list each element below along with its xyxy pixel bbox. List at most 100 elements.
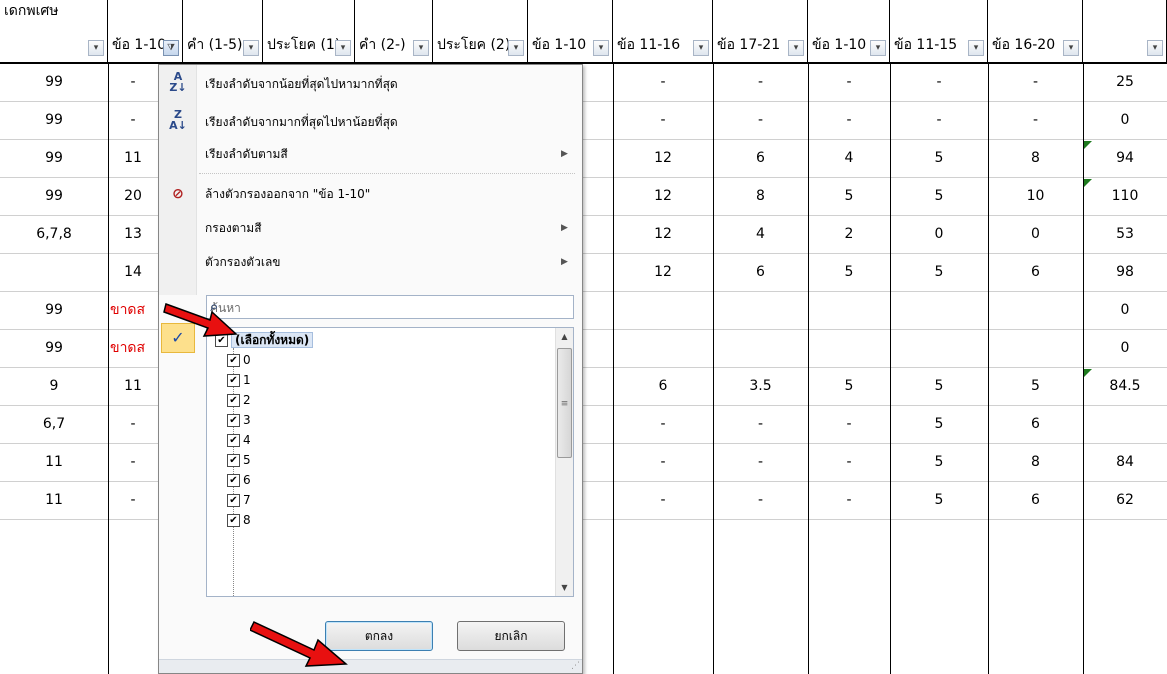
table-cell[interactable]: 6 [613,368,713,404]
table-cell[interactable]: - [713,406,808,442]
table-cell[interactable]: 94 [1083,140,1167,176]
table-cell[interactable]: 99 [0,64,108,100]
table-cell[interactable] [890,292,988,328]
table-cell[interactable]: - [988,102,1083,138]
filter-dropdown-button[interactable]: ▾ [413,40,429,56]
table-cell[interactable]: 6 [713,140,808,176]
table-cell[interactable]: - [713,444,808,480]
list-scrollbar[interactable]: ▲ ≡ ▼ [555,328,573,596]
table-cell[interactable]: 25 [1083,64,1167,100]
value-checkbox[interactable]: ✔ [227,414,240,427]
menu-sort-ascending[interactable]: เรียงลำดับจากน้อยที่สุดไปหามากที่สุด [205,71,398,97]
menu-clear-filter[interactable]: ล้างตัวกรองออกจาก "ข้อ 1-10" [205,181,370,207]
filter-value-item[interactable]: ✔ 5 [227,450,251,470]
table-cell[interactable] [613,330,713,366]
table-cell[interactable]: 110 [1083,178,1167,214]
table-cell[interactable]: 12 [613,254,713,290]
table-cell[interactable]: 5 [890,482,988,518]
table-cell[interactable]: 6 [988,406,1083,442]
menu-sort-by-color[interactable]: เรียงลำดับตามสี [205,141,288,167]
filter-dropdown-button[interactable]: ▾ [788,40,804,56]
table-cell[interactable]: 20 [108,178,158,214]
table-cell[interactable]: 5 [890,254,988,290]
filter-dropdown-button[interactable]: ▾ [693,40,709,56]
table-cell[interactable] [988,292,1083,328]
table-cell[interactable]: 12 [613,178,713,214]
table-cell[interactable]: 11 [108,368,158,404]
table-cell[interactable]: 5 [890,178,988,214]
filter-active-dropdown-button[interactable]: ⧩ [163,40,179,56]
table-cell[interactable]: 14 [108,254,158,290]
filter-dropdown-button[interactable]: ▾ [335,40,351,56]
table-cell[interactable]: 53 [1083,216,1167,252]
menu-number-filters[interactable]: ตัวกรองตัวเลข [205,249,281,275]
table-cell[interactable]: 2 [808,216,890,252]
table-cell[interactable]: - [808,406,890,442]
search-input[interactable]: ค้นหา ⌕ [206,295,574,319]
filter-dropdown-button[interactable]: ▾ [508,40,524,56]
value-checkbox[interactable]: ✔ [227,394,240,407]
table-cell[interactable]: - [988,64,1083,100]
filter-dropdown-button[interactable]: ▾ [243,40,259,56]
table-cell[interactable]: 9 [0,368,108,404]
table-cell[interactable]: 6,7 [0,406,108,442]
scroll-down-icon[interactable]: ▼ [556,579,573,596]
table-cell[interactable]: 6 [713,254,808,290]
table-cell[interactable]: 99 [0,178,108,214]
menu-sort-descending[interactable]: เรียงลำดับจากมากที่สุดไปหาน้อยที่สุด [205,109,398,135]
table-cell[interactable]: 5 [988,368,1083,404]
table-cell[interactable]: 11 [0,444,108,480]
value-checkbox[interactable]: ✔ [227,374,240,387]
filter-value-item[interactable]: ✔ 0 [227,350,251,370]
table-cell[interactable] [613,292,713,328]
table-cell[interactable] [0,254,108,290]
table-cell[interactable]: 8 [988,140,1083,176]
table-cell[interactable]: 5 [890,368,988,404]
filter-value-item[interactable]: ✔ 8 [227,510,251,530]
table-cell[interactable]: 5 [890,444,988,480]
table-cell[interactable]: 11 [108,140,158,176]
table-cell[interactable]: 6 [988,482,1083,518]
table-cell[interactable]: 84.5 [1083,368,1167,404]
table-cell[interactable]: - [808,102,890,138]
table-cell[interactable]: 5 [808,368,890,404]
table-cell[interactable]: - [613,482,713,518]
table-cell[interactable]: - [808,482,890,518]
table-cell[interactable] [808,330,890,366]
table-cell[interactable]: 62 [1083,482,1167,518]
table-cell[interactable]: - [613,64,713,100]
table-cell[interactable]: 11 [0,482,108,518]
table-cell[interactable]: 5 [808,178,890,214]
cancel-button[interactable]: ยกเลิก [457,621,565,651]
filter-dropdown-button[interactable]: ▾ [88,40,104,56]
table-cell[interactable]: - [713,102,808,138]
table-cell[interactable]: 99 [0,102,108,138]
table-cell[interactable]: 12 [613,140,713,176]
table-cell[interactable]: 5 [808,254,890,290]
value-checkbox[interactable]: ✔ [227,434,240,447]
table-cell[interactable]: 99 [0,292,108,328]
table-cell[interactable]: 0 [1083,102,1167,138]
filter-value-item[interactable]: ✔ 7 [227,490,251,510]
table-cell[interactable]: ขาดส [108,330,158,366]
table-cell[interactable]: 4 [808,140,890,176]
table-cell[interactable]: - [613,406,713,442]
table-cell[interactable]: - [890,102,988,138]
value-checkbox[interactable]: ✔ [227,514,240,527]
table-cell[interactable]: 0 [1083,330,1167,366]
filter-dropdown-button[interactable]: ▾ [968,40,984,56]
table-cell[interactable]: 0 [890,216,988,252]
table-cell[interactable]: 13 [108,216,158,252]
table-cell[interactable]: 6 [988,254,1083,290]
filter-dropdown-button[interactable]: ▾ [593,40,609,56]
value-checkbox[interactable]: ✔ [227,494,240,507]
table-cell[interactable]: - [613,444,713,480]
table-cell[interactable]: - [108,64,158,100]
table-cell[interactable] [890,330,988,366]
value-checkbox[interactable]: ✔ [227,474,240,487]
table-cell[interactable]: 8 [713,178,808,214]
filter-dropdown-button[interactable]: ▾ [1063,40,1079,56]
filter-dropdown-button[interactable]: ▾ [870,40,886,56]
table-cell[interactable] [713,330,808,366]
table-cell[interactable]: ขาดส [108,292,158,328]
